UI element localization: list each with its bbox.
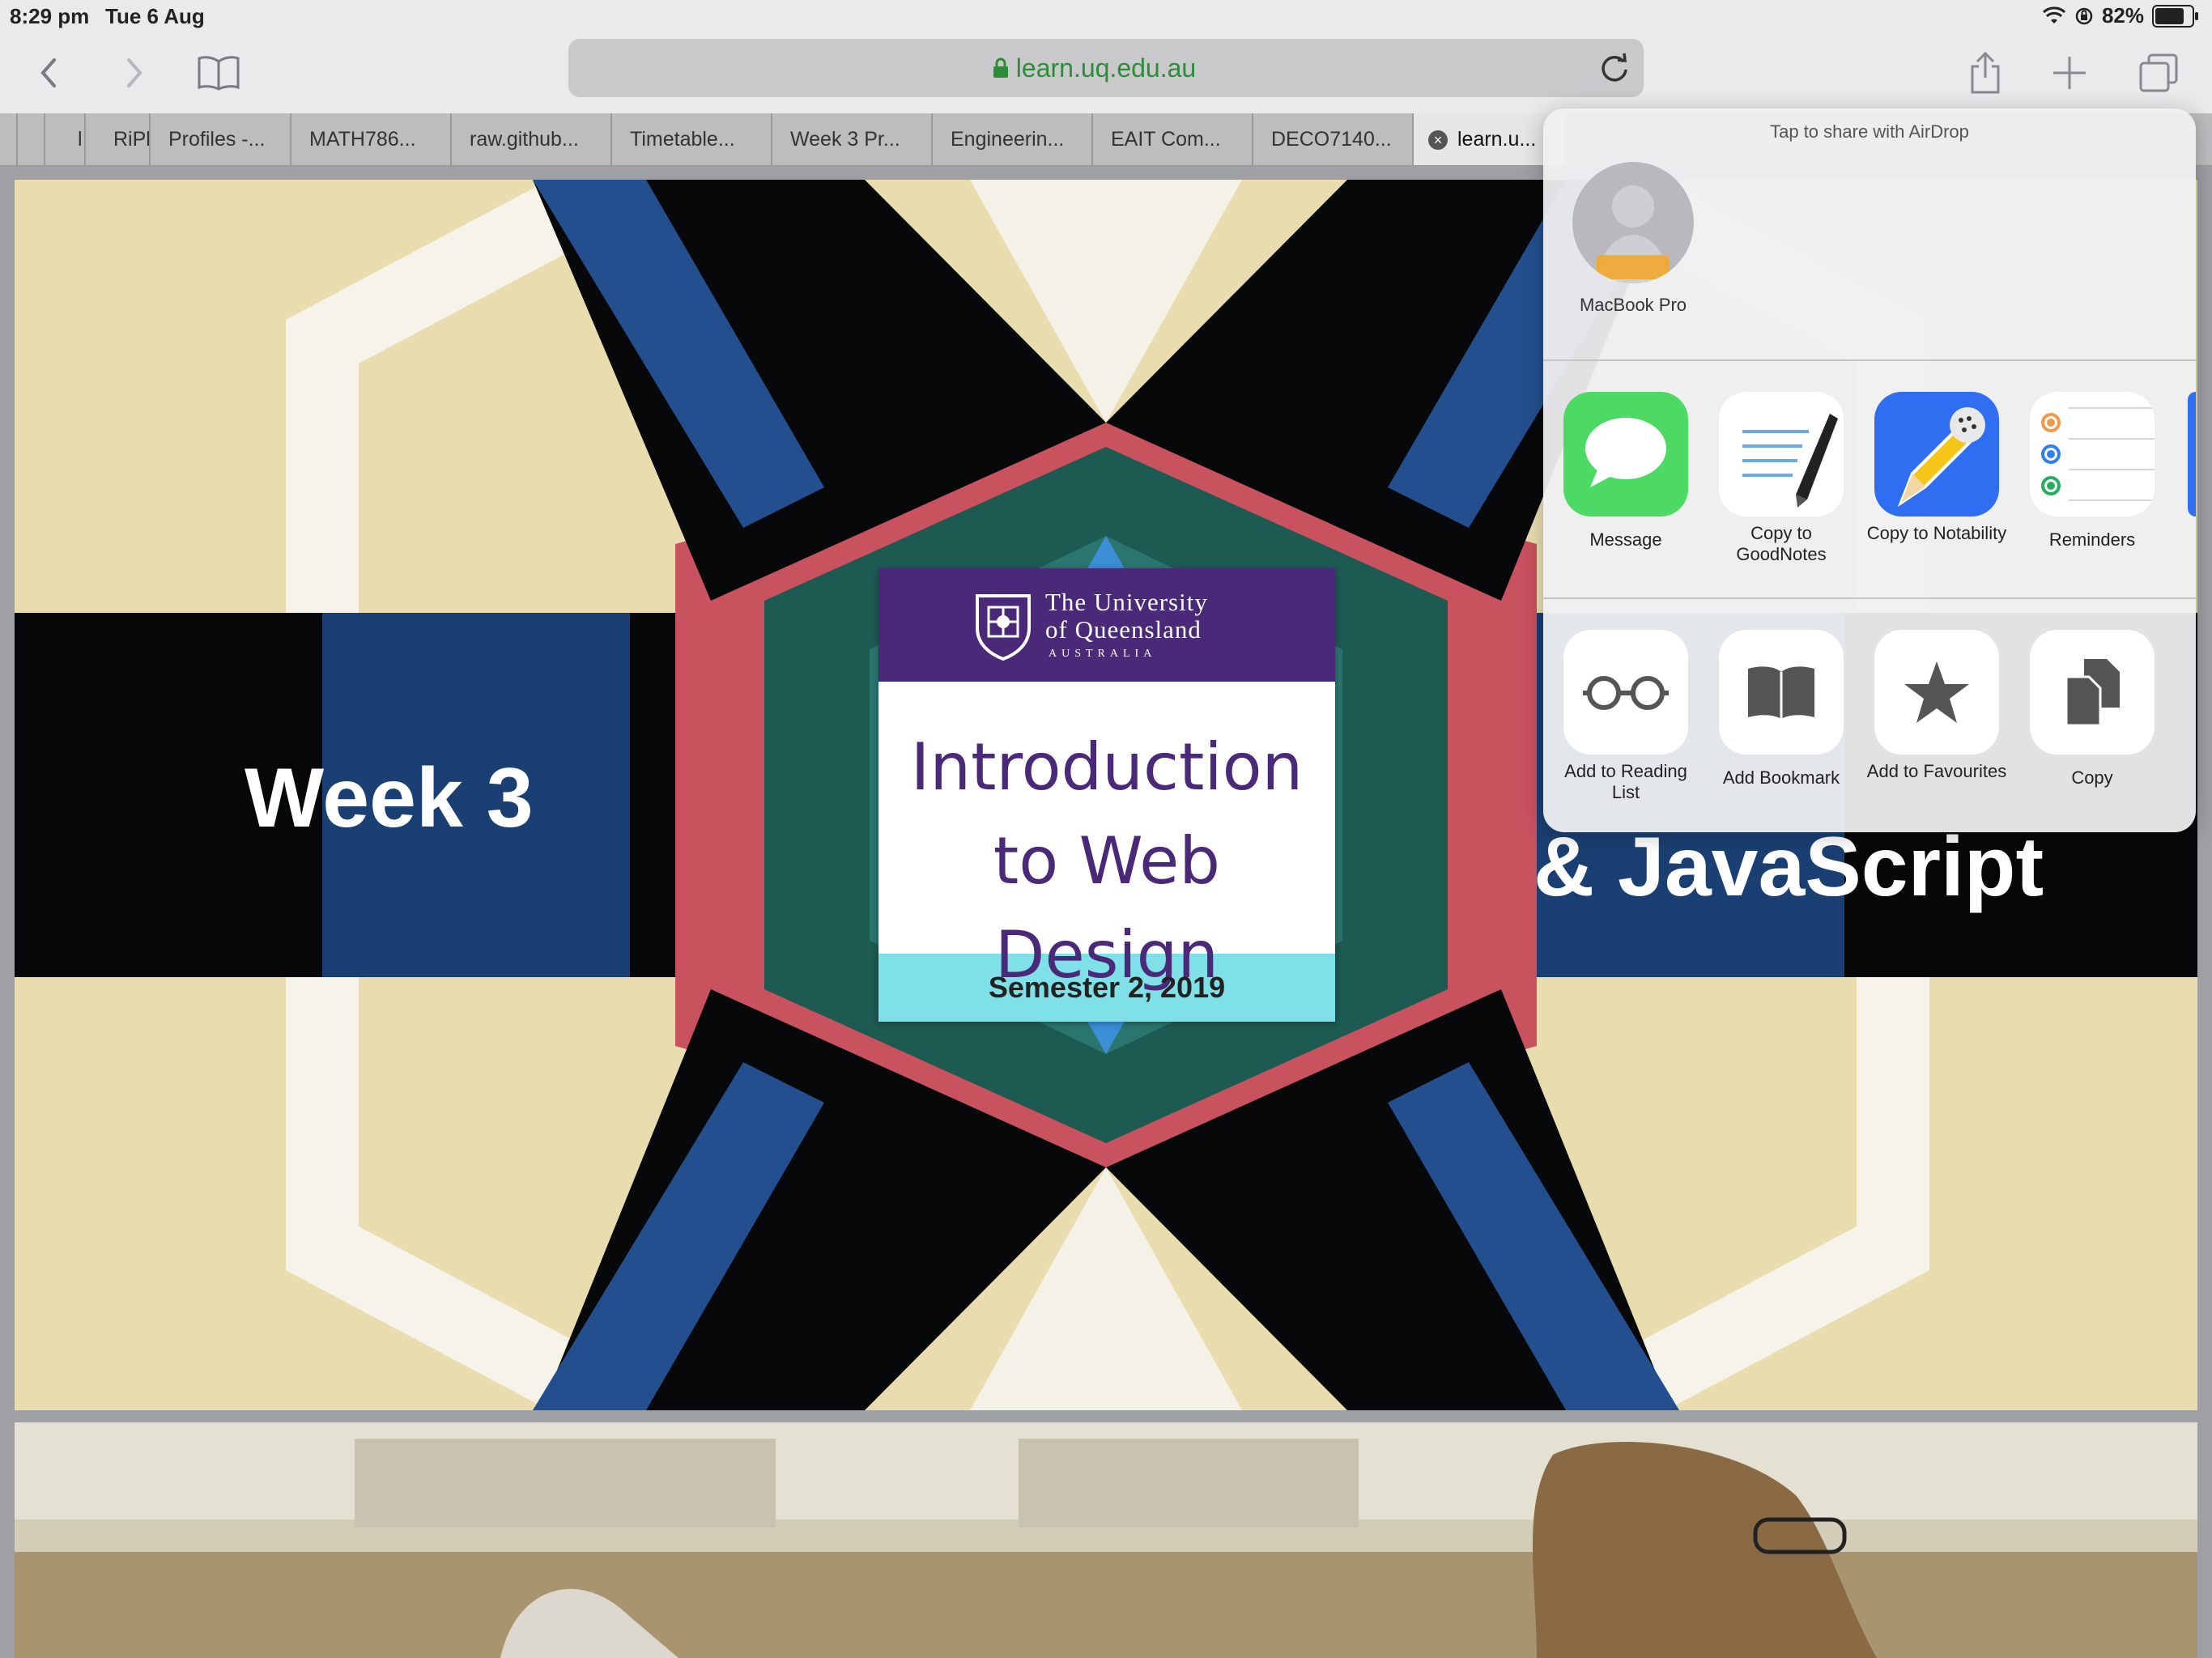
action-add-bookmark[interactable]: Add Bookmark [1708, 630, 1854, 789]
plus-icon [2053, 57, 2086, 89]
reload-icon[interactable] [1597, 50, 1632, 86]
tab-label: Timetable... [630, 128, 735, 151]
tab-label: learn.u... [1457, 128, 1537, 151]
tab-label: RiPl [113, 128, 149, 151]
more-apps-peek[interactable] [2188, 392, 2196, 517]
tab-item[interactable]: Engineerin... [931, 113, 1091, 165]
goodnotes-icon [1719, 392, 1844, 517]
share-button[interactable] [1959, 47, 2011, 99]
tab-item[interactable]: Profiles -... [149, 113, 290, 165]
airdrop-title: Tap to share with AirDrop [1770, 121, 1969, 142]
share-app-label: Message [1589, 529, 1662, 550]
javascript-heading: & JavaScript [1534, 820, 2044, 914]
action-copy[interactable]: Copy [2019, 630, 2165, 789]
person-silhouette-icon [1597, 185, 1670, 283]
tabs-overview-button[interactable] [2133, 47, 2184, 99]
back-button[interactable] [23, 47, 74, 99]
uq-header: The University of Queensland AUSTRALIA [878, 568, 1335, 682]
status-time: 8:29 pm [10, 4, 90, 28]
glasses-icon [1563, 630, 1688, 755]
new-tab-button[interactable] [2044, 47, 2095, 99]
classroom-photo-image [15, 1422, 2197, 1658]
share-app-label: Copy to Notability [1866, 523, 2007, 543]
action-add-reading-list[interactable]: Add to Reading List [1553, 630, 1699, 803]
tab-item[interactable]: l [44, 113, 84, 165]
tab-item[interactable]: DECO7140... [1252, 113, 1412, 165]
semester-band: Semester 2, 2019 [878, 954, 1335, 1022]
address-bar[interactable]: learn.uq.edu.au [568, 39, 1644, 97]
share-reminders[interactable]: Reminders [2019, 392, 2165, 551]
share-app-label: Reminders [2048, 529, 2136, 550]
action-add-favourites[interactable]: Add to Favourites [1864, 630, 2010, 782]
tab-item[interactable]: Timetable... [610, 113, 771, 165]
course-title: Introduction to Web Design [878, 682, 1335, 993]
course-title-card: The University of Queensland AUSTRALIA I… [878, 568, 1335, 1022]
chevron-left-icon [40, 58, 56, 87]
reminders-icon [2030, 392, 2155, 517]
airdrop-device[interactable]: MacBook Pro [1568, 162, 1699, 316]
separator [1543, 359, 2196, 361]
uni-name-line1: The University [1045, 588, 1208, 616]
tab-label: DECO7140... [1271, 128, 1392, 151]
tab-label: raw.github... [470, 128, 579, 151]
uni-country: AUSTRALIA [1049, 648, 1157, 660]
uni-name-line2: of Queensland [1045, 615, 1202, 644]
tab-label: l [78, 128, 83, 151]
tab-item[interactable]: RiPl [84, 113, 149, 165]
separator [1543, 597, 2196, 599]
book-icon [1719, 630, 1844, 755]
tab-label: MATH786... [309, 128, 416, 151]
copy-icon [2030, 630, 2155, 755]
share-notability[interactable]: Copy to Notability [1864, 392, 2010, 544]
share-goodnotes[interactable]: Copy to GoodNotes [1708, 392, 1854, 565]
share-action-label: Add Bookmark [1722, 767, 1840, 788]
tab-item[interactable]: EAIT Com... [1091, 113, 1252, 165]
address-url: learn.uq.edu.au [1015, 53, 1197, 83]
bookmarks-button[interactable] [193, 47, 245, 99]
device-avatar [1572, 162, 1694, 283]
status-date: Tue 6 Aug [105, 4, 205, 28]
tab-item[interactable] [16, 113, 44, 165]
message-icon [1563, 392, 1688, 517]
tab-item[interactable]: MATH786... [290, 113, 450, 165]
share-app-label: Copy to GoodNotes [1736, 523, 1827, 564]
chevron-right-icon [127, 58, 143, 87]
notability-icon [1874, 392, 1999, 517]
course-title-line1: Introduction [910, 729, 1304, 805]
share-message[interactable]: Message [1553, 392, 1699, 551]
tab-label: EAIT Com... [1111, 128, 1221, 151]
tab-label: Week 3 Pr... [790, 128, 900, 151]
week-heading: Week 3 [245, 751, 534, 845]
star-icon [1874, 630, 1999, 755]
battery-icon [2152, 4, 2198, 28]
lecture-photo [15, 1422, 2197, 1658]
share-icon [1971, 51, 2000, 94]
uq-crest-icon [976, 594, 1031, 661]
tab-item[interactable]: raw.github... [450, 113, 610, 165]
close-tab-icon[interactable]: × [1428, 130, 1448, 151]
tab-label: Engineerin... [951, 128, 1065, 151]
forward-button[interactable] [108, 47, 160, 99]
tab-label: Profiles -... [168, 128, 266, 151]
battery-percent: 82% [2101, 3, 2144, 28]
share-sheet: Tap to share with AirDrop MacBook Pro Me… [1543, 108, 2196, 832]
browser-toolbar: learn.uq.edu.au [0, 32, 2212, 113]
wifi-icon [2042, 6, 2065, 23]
status-bar: 8:29 pm Tue 6 Aug 82% [0, 0, 2212, 32]
tab-item[interactable]: Week 3 Pr... [771, 113, 931, 165]
book-open-icon [198, 56, 240, 91]
share-action-label: Copy [2071, 767, 2113, 788]
share-action-label: Add to Favourites [1866, 761, 2007, 781]
tabs-icon [2139, 53, 2178, 92]
orientation-lock-icon [2075, 7, 2093, 24]
device-name: MacBook Pro [1579, 295, 1687, 315]
share-action-label: Add to Reading List [1564, 761, 1687, 802]
